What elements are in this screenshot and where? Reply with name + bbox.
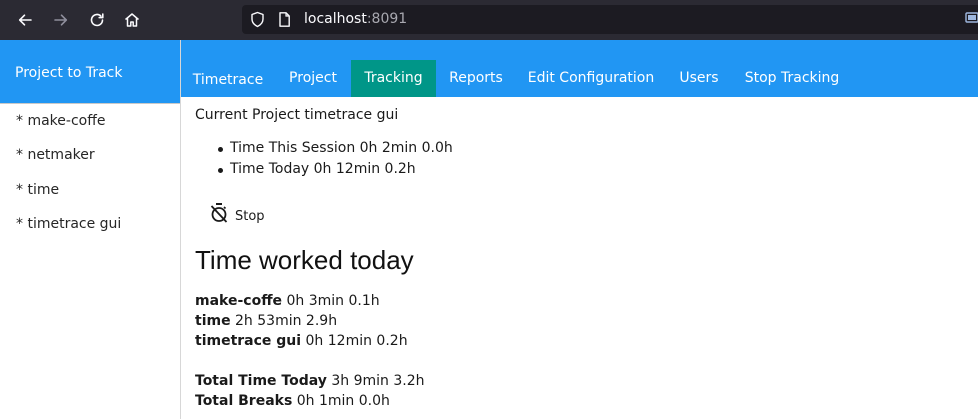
extension-icon[interactable] <box>965 11 978 25</box>
nav-users-label: Users <box>679 70 719 86</box>
total-label: Total Time Today <box>195 373 327 389</box>
sidebar-divider <box>0 103 180 104</box>
nav-stop-tracking-label: Stop Tracking <box>744 70 840 86</box>
nav-reports-label: Reports <box>449 70 503 86</box>
reload-icon <box>90 13 104 27</box>
url-text: localhost:8091 <box>304 11 407 27</box>
arrow-right-icon <box>54 14 68 26</box>
total-time-today: Total Time Today 3h 9min 3.2h <box>195 373 424 389</box>
worked-entry: timetrace gui 0h 12min 0.2h <box>195 333 408 349</box>
sidebar-item-time[interactable]: * time <box>16 182 59 198</box>
total-breaks: Total Breaks 0h 1min 0.0h <box>195 393 390 409</box>
breaks-label: Total Breaks <box>195 393 293 409</box>
entry-value: 0h 12min 0.2h <box>301 333 408 349</box>
stop-label: Stop <box>235 208 265 224</box>
sidebar-item-netmaker[interactable]: * netmaker <box>16 147 95 163</box>
nav-stop-tracking[interactable]: Stop Tracking <box>737 40 847 97</box>
forward-button[interactable] <box>49 8 73 32</box>
sidebar-item-make-coffe[interactable]: * make-coffe <box>16 113 105 129</box>
sidebar-item-timetrace-gui[interactable]: * timetrace gui <box>16 216 121 232</box>
sidebar-title: Project to Track <box>0 40 180 103</box>
section-title: Time worked today <box>195 245 414 275</box>
session-stats: Time This Session 0h 2min 0.0h Time Toda… <box>218 140 453 182</box>
entry-project: timetrace gui <box>195 333 302 349</box>
url-bar[interactable]: localhost:8091 <box>242 5 978 34</box>
worked-entry: time 2h 53min 2.9h <box>195 313 337 329</box>
nav-edit-configuration-label: Edit Configuration <box>527 70 655 86</box>
nav-project-label: Project <box>289 70 337 86</box>
nav-tracking[interactable]: Tracking <box>351 60 436 97</box>
nav-edit-configuration[interactable]: Edit Configuration <box>521 40 661 97</box>
breaks-value: 0h 1min 0.0h <box>292 393 390 409</box>
session-time: Time This Session 0h 2min 0.0h <box>218 140 453 161</box>
today-time: Time Today 0h 12min 0.2h <box>218 161 453 182</box>
main-content: Current Project timetrace gui Time This … <box>195 97 975 419</box>
nav-timetrace[interactable]: Timetrace <box>181 40 275 97</box>
url-host: localhost <box>304 11 367 27</box>
page-icon[interactable] <box>276 11 293 28</box>
browser-toolbar: localhost:8091 <box>0 0 978 40</box>
entry-value: 0h 3min 0.1h <box>282 293 380 309</box>
timer-off-icon <box>210 203 228 223</box>
total-value: 3h 9min 3.2h <box>326 373 425 389</box>
worked-entry: make-coffe 0h 3min 0.1h <box>195 293 380 309</box>
shield-icon[interactable] <box>249 11 266 28</box>
stop-button[interactable]: Stop <box>209 200 265 226</box>
entry-project: make-coffe <box>195 293 283 309</box>
home-button[interactable] <box>120 8 144 32</box>
back-button[interactable] <box>13 8 37 32</box>
current-project: Current Project timetrace gui <box>195 107 399 123</box>
nav-reports[interactable]: Reports <box>437 40 515 97</box>
nav-project[interactable]: Project <box>277 40 349 97</box>
top-navigation: Timetrace Project Tracking Reports Edit … <box>181 40 978 97</box>
nav-users[interactable]: Users <box>671 40 727 97</box>
reload-button[interactable] <box>85 8 109 32</box>
project-sidebar: Project to Track * make-coffe * netmaker… <box>0 40 181 419</box>
entry-value: 2h 53min 2.9h <box>230 313 338 329</box>
arrow-left-icon <box>18 14 32 26</box>
nav-timetrace-label: Timetrace <box>192 72 264 88</box>
entry-project: time <box>195 313 231 329</box>
home-icon <box>125 13 139 27</box>
url-port: :8091 <box>366 11 408 27</box>
nav-tracking-label: Tracking <box>364 70 423 86</box>
